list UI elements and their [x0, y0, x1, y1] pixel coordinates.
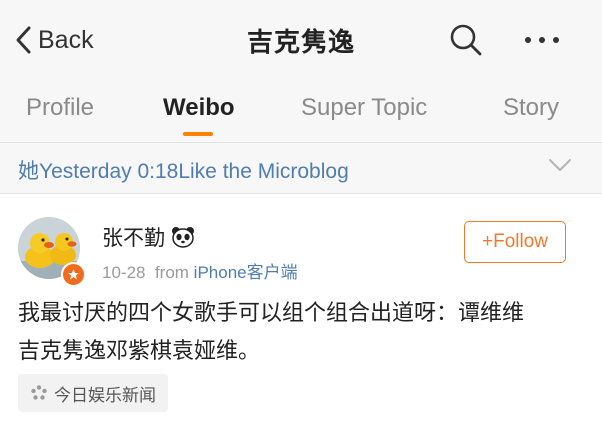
search-icon[interactable] — [448, 22, 484, 58]
post-text-line-1: 我最讨厌的四个女歌手可以组个组合出道呀：谭维维 — [18, 300, 525, 325]
nav-header: Back 吉克隽逸 — [0, 0, 602, 80]
tab-story[interactable]: Story — [503, 94, 559, 122]
like-notice-bar[interactable]: 她Yesterday 0:18Like the Microblog — [0, 143, 602, 194]
topic-tag-label: 今日娱乐新闻 — [54, 385, 156, 405]
from-prefix: from — [154, 263, 189, 282]
tab-weibo[interactable]: Weibo — [163, 94, 235, 122]
tab-super-topic[interactable]: Super Topic — [301, 94, 427, 122]
verified-badge-icon — [61, 262, 86, 287]
post-author[interactable]: 张不勤 — [102, 222, 195, 252]
back-button[interactable]: Back — [14, 22, 94, 58]
like-notice-text: 她Yesterday 0:18Like the Microblog — [18, 160, 349, 183]
active-tab-indicator — [183, 132, 213, 136]
profile-tabs: Profile Weibo Super Topic Story — [0, 80, 602, 143]
weibo-post-card: 张不勤 10-28 from iPhone客户端 +Follow 我最讨厌的四个… — [0, 194, 602, 430]
username: 张不勤 — [102, 227, 165, 250]
follow-button[interactable]: +Follow — [464, 221, 566, 263]
post-source[interactable]: iPhone客户端 — [194, 263, 298, 282]
panda-icon — [172, 227, 194, 248]
tab-profile[interactable]: Profile — [26, 94, 94, 122]
post-text-line-2: 吉克隽逸邓紫棋袁娅维。 — [18, 338, 261, 363]
chevron-left-icon — [16, 26, 31, 54]
topic-dots-icon — [31, 385, 47, 400]
more-icon[interactable] — [522, 28, 562, 52]
post-meta: 10-28 from iPhone客户端 — [102, 258, 298, 283]
post-body: 我最讨厌的四个女歌手可以组个组合出道呀：谭维维 吉克隽逸邓紫棋袁娅维。 — [18, 294, 588, 370]
post-date: 10-28 — [102, 263, 146, 282]
back-label: Back — [38, 25, 94, 54]
topic-tag[interactable]: 今日娱乐新闻 — [18, 374, 168, 412]
chevron-down-icon[interactable] — [548, 157, 572, 173]
